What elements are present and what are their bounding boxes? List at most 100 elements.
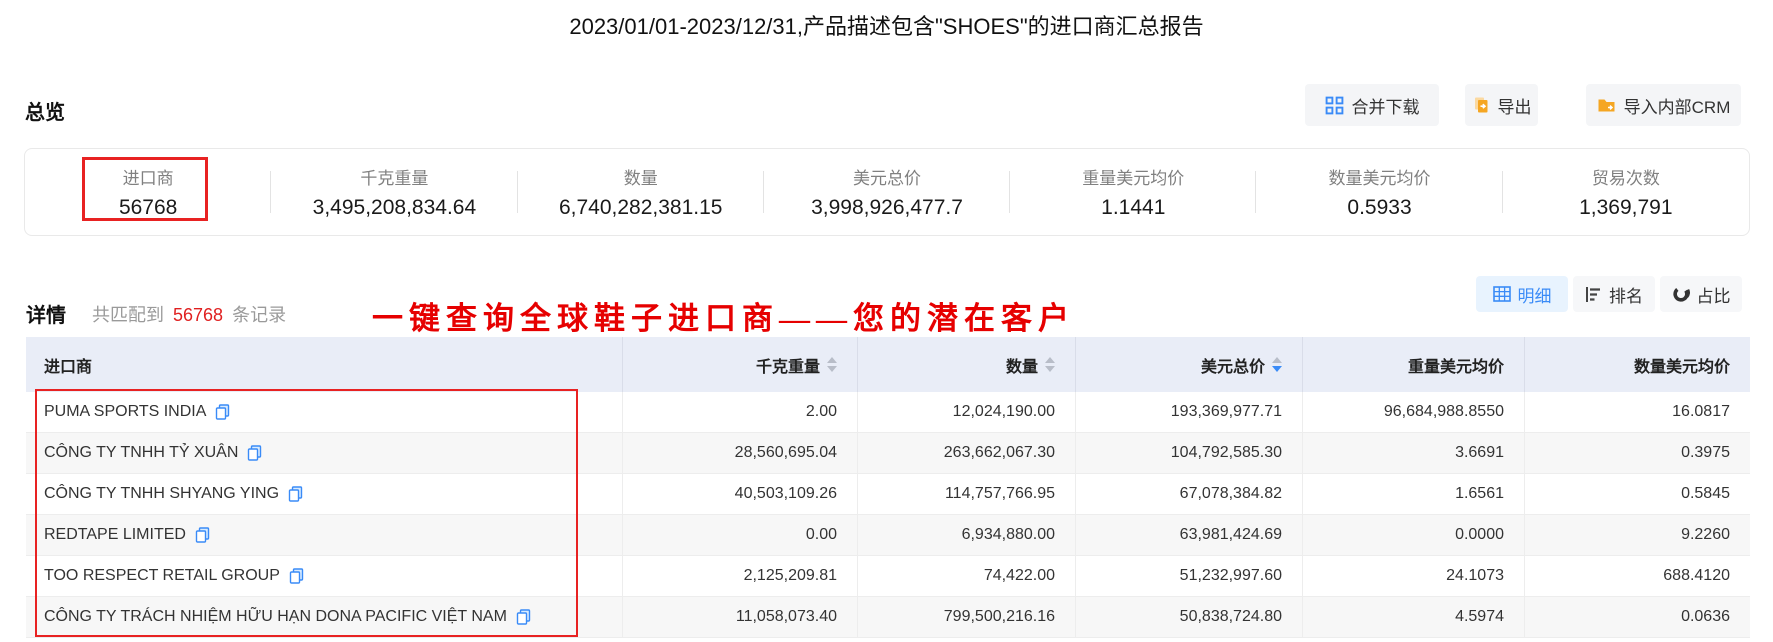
match-count-line: 共匹配到 56768 条记录 <box>92 301 286 327</box>
importer-name-link[interactable]: CÔNG TY TRÁCH NHIỆM HỮU HẠN DONA PACIFIC… <box>44 608 507 626</box>
table-row: REDTAPE LIMITED 0.00 6,934,880.00 63,981… <box>26 515 1750 556</box>
match-prefix: 共匹配到 <box>92 305 164 325</box>
importer-name-link[interactable]: REDTAPE LIMITED <box>44 526 186 544</box>
header-kg-weight[interactable]: 千克重量 <box>622 337 857 392</box>
copy-icon[interactable] <box>516 609 531 625</box>
stat-label: 千克重量 <box>360 169 429 188</box>
rank-bars-icon <box>1586 286 1600 302</box>
importer-cell: CÔNG TY TRÁCH NHIỆM HỮU HẠN DONA PACIFIC… <box>26 597 622 637</box>
importer-cell: REDTAPE LIMITED <box>26 515 622 555</box>
usd-per-qty-cell: 0.5845 <box>1524 474 1750 514</box>
copy-icon[interactable] <box>195 527 210 543</box>
import-crm-label: 导入内部CRM <box>1623 97 1731 117</box>
stat-label: 进口商 <box>122 169 174 188</box>
tab-share-view[interactable]: 占比 <box>1660 276 1742 312</box>
usd-per-qty-cell: 0.3975 <box>1524 433 1750 473</box>
usd-per-kg-cell: 0.0000 <box>1302 515 1524 555</box>
table-body: PUMA SPORTS INDIA 2.00 12,024,190.00 193… <box>26 392 1750 638</box>
pie-chart-icon <box>1672 285 1690 302</box>
header-label: 进口商 <box>44 358 93 376</box>
header-usd-per-kg: 重量美元均价 <box>1302 337 1524 392</box>
tab-share-label: 占比 <box>1696 286 1731 306</box>
stat-importers: 进口商 56768 <box>25 149 272 235</box>
header-label: 数量 <box>1005 358 1038 376</box>
copy-icon[interactable] <box>247 445 262 461</box>
match-suffix: 条记录 <box>232 305 287 325</box>
match-count: 56768 <box>173 305 224 325</box>
importer-cell: CÔNG TY TNHH SHYANG YING <box>26 474 622 514</box>
usd-per-qty-cell: 16.0817 <box>1524 392 1750 432</box>
stat-label: 贸易次数 <box>1591 169 1660 188</box>
importer-name-link[interactable]: CÔNG TY TNHH SHYANG YING <box>44 485 279 503</box>
kg-weight-cell: 28,560,695.04 <box>622 433 857 473</box>
overview-stats-panel: 进口商 56768 千克重量 3,495,208,834.64 数量 6,740… <box>24 148 1750 236</box>
table-row: PUMA SPORTS INDIA 2.00 12,024,190.00 193… <box>26 392 1750 433</box>
merge-download-label: 合并下载 <box>1351 97 1420 117</box>
copy-icon[interactable] <box>215 404 230 420</box>
kg-weight-cell: 11,058,073.40 <box>622 597 857 637</box>
import-crm-icon <box>1598 99 1615 112</box>
tab-detail-label: 明细 <box>1517 286 1552 306</box>
marketing-annotation: 一键查询全球鞋子进口商——您的潜在客户 <box>372 301 1075 336</box>
sort-arrows-icon[interactable] <box>1272 357 1282 372</box>
usd-total-cell: 51,232,997.60 <box>1075 556 1302 596</box>
tab-rank-label: 排名 <box>1609 286 1643 306</box>
header-usd-per-qty: 数量美元均价 <box>1524 337 1750 392</box>
kg-weight-cell: 2.00 <box>622 392 857 432</box>
copy-icon[interactable] <box>288 486 303 502</box>
overview-heading: 总览 <box>25 102 65 124</box>
stat-value: 1.1441 <box>1101 196 1166 219</box>
header-usd-total[interactable]: 美元总价 <box>1075 337 1302 392</box>
stat-value: 6,740,282,381.15 <box>558 196 723 219</box>
header-label: 数量美元均价 <box>1633 358 1730 376</box>
import-crm-button[interactable]: 导入内部CRM <box>1586 84 1741 126</box>
usd-per-kg-cell: 3.6691 <box>1302 433 1524 473</box>
kg-weight-cell: 2,125,209.81 <box>622 556 857 596</box>
quantity-cell: 12,024,190.00 <box>857 392 1075 432</box>
usd-per-qty-cell: 9.2260 <box>1524 515 1750 555</box>
stat-usd-per-qty: 数量美元均价 0.5933 <box>1256 149 1503 235</box>
header-label: 千克重量 <box>755 358 820 376</box>
importer-cell: PUMA SPORTS INDIA <box>26 392 622 432</box>
importer-name-link[interactable]: CÔNG TY TNHH TỶ XUÂN <box>44 444 238 462</box>
merge-download-icon <box>1325 96 1343 114</box>
stat-value: 1,369,791 <box>1579 196 1673 219</box>
merge-download-button[interactable]: 合并下载 <box>1305 84 1439 126</box>
table-row: CÔNG TY TRÁCH NHIỆM HỮU HẠN DONA PACIFIC… <box>26 597 1750 638</box>
header-quantity[interactable]: 数量 <box>857 337 1075 392</box>
stat-label: 重量美元均价 <box>1082 169 1185 188</box>
stat-value: 0.5933 <box>1347 196 1412 219</box>
tab-rank-view[interactable]: 排名 <box>1573 276 1655 312</box>
kg-weight-cell: 40,503,109.26 <box>622 474 857 514</box>
table-row: CÔNG TY TNHH SHYANG YING 40,503,109.26 1… <box>26 474 1750 515</box>
header-label: 重量美元均价 <box>1407 358 1504 376</box>
importer-name-link[interactable]: TOO RESPECT RETAIL GROUP <box>44 567 280 585</box>
header-importer[interactable]: 进口商 <box>26 337 622 392</box>
quantity-cell: 114,757,766.95 <box>857 474 1075 514</box>
stat-value: 3,998,926,477.7 <box>811 196 963 219</box>
stat-label: 数量 <box>623 169 658 188</box>
copy-icon[interactable] <box>289 568 304 584</box>
table-header-row: 进口商 千克重量 数量 美元总价 重量美元均价 数量美元均价 <box>26 337 1750 392</box>
page-title: 2023/01/01-2023/12/31,产品描述包含"SHOES"的进口商汇… <box>569 14 1204 39</box>
sort-arrows-icon[interactable] <box>1045 357 1055 372</box>
importer-cell: CÔNG TY TNHH TỶ XUÂN <box>26 433 622 473</box>
quantity-cell: 799,500,216.16 <box>857 597 1075 637</box>
stat-value: 3,495,208,834.64 <box>312 196 477 219</box>
stat-quantity: 数量 6,740,282,381.15 <box>518 149 765 235</box>
tab-detail-view[interactable]: 明细 <box>1476 276 1568 312</box>
export-label: 导出 <box>1497 97 1532 117</box>
usd-per-kg-cell: 4.5974 <box>1302 597 1524 637</box>
header-label: 美元总价 <box>1200 358 1265 376</box>
export-button[interactable]: 导出 <box>1465 84 1538 126</box>
sort-arrows-icon[interactable] <box>827 357 837 372</box>
detail-heading: 详情 <box>26 305 66 327</box>
importer-name-link[interactable]: PUMA SPORTS INDIA <box>44 403 206 421</box>
usd-per-qty-cell: 0.0636 <box>1524 597 1750 637</box>
stat-usd-total: 美元总价 3,998,926,477.7 <box>764 149 1011 235</box>
export-icon <box>1474 97 1487 113</box>
stat-usd-per-kg: 重量美元均价 1.1441 <box>1010 149 1257 235</box>
usd-per-kg-cell: 24.1073 <box>1302 556 1524 596</box>
table-row: CÔNG TY TNHH TỶ XUÂN 28,560,695.04 263,6… <box>26 433 1750 474</box>
quantity-cell: 263,662,067.30 <box>857 433 1075 473</box>
